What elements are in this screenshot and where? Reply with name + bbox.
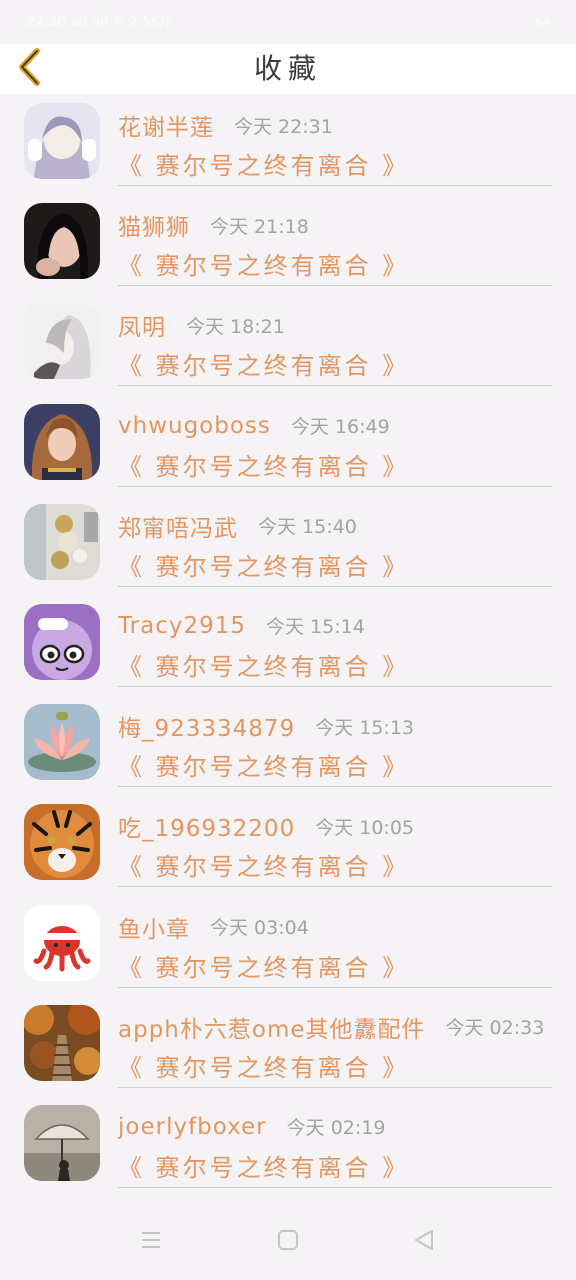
home-square-icon xyxy=(277,1229,299,1255)
item-name: 梅_923334879 xyxy=(118,716,296,743)
item-work-title: 《 赛尔号之终有离合 》 xyxy=(118,652,410,681)
menu-button[interactable] xyxy=(139,1230,163,1254)
list-item[interactable]: apph朴六惹ome其他纛配件 今天 02:33 《 赛尔号之终有离合 》 xyxy=(0,996,576,1096)
list-item[interactable]: 猫狮狮 今天 21:18 《 赛尔号之终有离合 》 xyxy=(0,194,576,294)
divider xyxy=(118,886,552,888)
item-time: 今天 15:13 xyxy=(315,716,414,739)
item-time: 今天 15:40 xyxy=(258,516,357,539)
header-bar: 收藏 xyxy=(0,44,576,94)
list-item[interactable]: 花谢半莲 今天 22:31 《 赛尔号之终有离合 》 xyxy=(0,94,576,194)
divider xyxy=(118,485,552,487)
item-name: 花谢半莲 xyxy=(118,115,214,141)
divider xyxy=(118,585,552,587)
list-item[interactable]: Tracy2915 今天 15:14 《 赛尔号之终有离合 》 xyxy=(0,595,576,695)
item-time: 今天 21:18 xyxy=(210,215,309,238)
avatar[interactable] xyxy=(24,203,100,280)
avatar[interactable] xyxy=(24,804,100,881)
battery-level: 64 xyxy=(534,15,550,29)
avatar[interactable] xyxy=(24,1004,100,1081)
avatar[interactable] xyxy=(24,704,100,781)
item-time: 今天 15:14 xyxy=(266,616,365,639)
home-button[interactable] xyxy=(276,1230,300,1254)
avatar[interactable] xyxy=(24,603,100,680)
divider xyxy=(118,285,552,287)
status-time-info: 22:30 ail ail ≋ 2.5K/s xyxy=(26,14,173,30)
list-item-partial[interactable] xyxy=(0,1196,576,1204)
divider xyxy=(118,986,552,988)
item-work-title: 《 赛尔号之终有离合 》 xyxy=(118,152,410,180)
back-triangle-icon xyxy=(413,1229,435,1255)
item-name: Tracy2915 xyxy=(118,612,247,639)
avatar[interactable] xyxy=(24,303,100,380)
list-item[interactable]: 凤明 今天 18:21 《 赛尔号之终有离合 》 xyxy=(0,294,576,394)
page-title: 收藏 xyxy=(253,52,322,85)
system-nav-bar xyxy=(0,1204,576,1280)
item-work-title: 《 赛尔号之终有离合 》 xyxy=(118,252,410,281)
avatar[interactable] xyxy=(24,904,100,981)
item-work-title: 《 赛尔号之终有离合 》 xyxy=(118,452,410,481)
divider xyxy=(118,685,552,687)
favorites-list: 花谢半莲 今天 22:31 《 赛尔号之终有离合 》 猫狮狮 今天 21:18 … xyxy=(0,94,576,1204)
list-item[interactable]: 梅_923334879 今天 15:13 《 赛尔号之终有离合 》 xyxy=(0,695,576,795)
item-name: 郑甯唔冯武 xyxy=(118,515,238,542)
item-time: 今天 22:31 xyxy=(234,115,333,138)
item-name: 鱼小章 xyxy=(118,916,190,943)
item-name: joerlyfboxer xyxy=(118,1113,267,1140)
item-name: vhwugoboss xyxy=(118,412,271,439)
list-item[interactable]: 鱼小章 今天 03:04 《 赛尔号之终有离合 》 xyxy=(0,896,576,996)
avatar[interactable] xyxy=(24,403,100,480)
item-work-title: 《 赛尔号之终有离合 》 xyxy=(118,753,410,782)
item-name: 吃_196932200 xyxy=(118,816,296,843)
avatar[interactable] xyxy=(24,103,100,179)
divider xyxy=(118,1086,552,1088)
divider xyxy=(118,1186,552,1188)
item-work-title: 《 赛尔号之终有离合 》 xyxy=(118,953,410,982)
avatar[interactable] xyxy=(24,1104,100,1181)
status-bar: 22:30 ail ail ≋ 2.5K/s 64 xyxy=(0,0,576,44)
item-name: apph朴六惹ome其他纛配件 xyxy=(118,1016,426,1043)
item-time: 今天 18:21 xyxy=(186,315,285,338)
avatar[interactable] xyxy=(24,503,100,580)
back-button[interactable] xyxy=(10,47,50,91)
item-work-title: 《 赛尔号之终有离合 》 xyxy=(118,1053,410,1082)
item-time: 今天 02:33 xyxy=(445,1017,545,1040)
item-time: 今天 02:19 xyxy=(286,1117,386,1140)
list-item[interactable]: 郑甯唔冯武 今天 15:40 《 赛尔号之终有离合 》 xyxy=(0,495,576,595)
divider xyxy=(118,786,552,788)
list-item[interactable]: vhwugoboss 今天 16:49 《 赛尔号之终有离合 》 xyxy=(0,395,576,495)
item-work-title: 《 赛尔号之终有离合 》 xyxy=(118,552,410,581)
item-name: 凤明 xyxy=(118,315,166,342)
list-item[interactable]: 吃_196932200 今天 10:05 《 赛尔号之终有离合 》 xyxy=(0,795,576,895)
item-work-title: 《 赛尔号之终有离合 》 xyxy=(118,352,410,381)
divider xyxy=(118,185,552,186)
chevron-left-icon xyxy=(15,47,45,91)
list-item[interactable]: joerlyfboxer 今天 02:19 《 赛尔号之终有离合 》 xyxy=(0,1096,576,1196)
item-work-title: 《 赛尔号之终有离合 》 xyxy=(118,1153,410,1182)
item-time: 今天 10:05 xyxy=(315,816,414,839)
item-name: 猫狮狮 xyxy=(118,215,190,242)
item-time: 今天 03:04 xyxy=(210,917,309,939)
divider xyxy=(118,385,552,387)
item-work-title: 《 赛尔号之终有离合 》 xyxy=(118,853,410,882)
menu-icon xyxy=(140,1230,162,1254)
back-nav-button[interactable] xyxy=(412,1230,436,1254)
item-time: 今天 16:49 xyxy=(290,416,390,439)
